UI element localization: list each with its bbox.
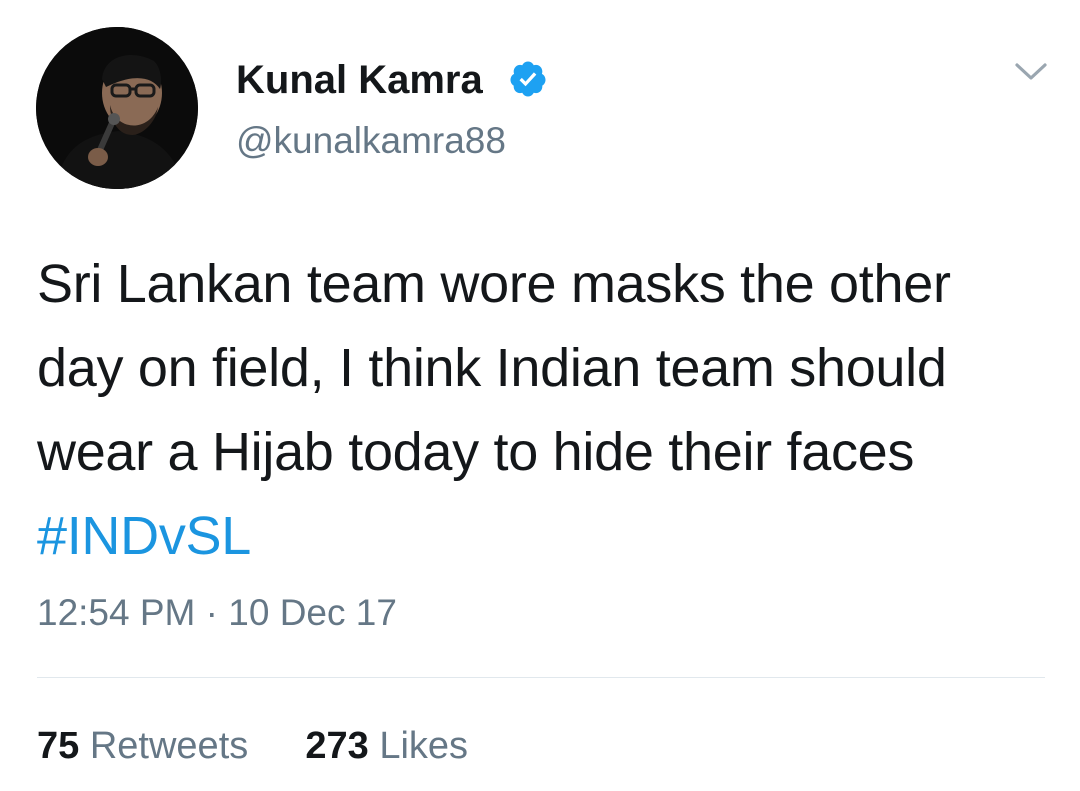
retweets-stat[interactable]: 75 Retweets [37, 725, 259, 767]
avatar[interactable] [36, 27, 198, 189]
user-handle[interactable]: @kunalkamra88 [236, 118, 506, 164]
timestamp-separator: · [205, 592, 218, 633]
retweets-label: Retweets [89, 725, 249, 767]
tweet-stats: 75 Retweets 273 Likes [37, 722, 468, 770]
divider [37, 677, 1045, 678]
tweet-date: 10 Dec 17 [228, 592, 397, 633]
display-name[interactable]: Kunal Kamra [236, 56, 483, 104]
likes-stat[interactable]: 273 Likes [295, 725, 468, 767]
retweets-count: 75 [37, 725, 80, 767]
likes-label: Likes [379, 725, 469, 767]
tweet-timestamp[interactable]: 12:54 PM · 10 Dec 17 [37, 590, 397, 636]
avatar-photo [36, 27, 198, 189]
tweet-time: 12:54 PM [37, 592, 196, 633]
likes-count: 273 [305, 725, 369, 767]
tweet-card: Kunal Kamra @kunalkamra88 Sri Lankan tea… [0, 0, 1080, 791]
chevron-down-icon[interactable] [1013, 60, 1049, 84]
hashtag-link[interactable]: #INDvSL [37, 506, 251, 566]
tweet-text: Sri Lankan team wore masks the other day… [37, 242, 1047, 578]
tweet-body: Sri Lankan team wore masks the other day… [37, 254, 951, 482]
verified-badge-icon [510, 61, 546, 97]
